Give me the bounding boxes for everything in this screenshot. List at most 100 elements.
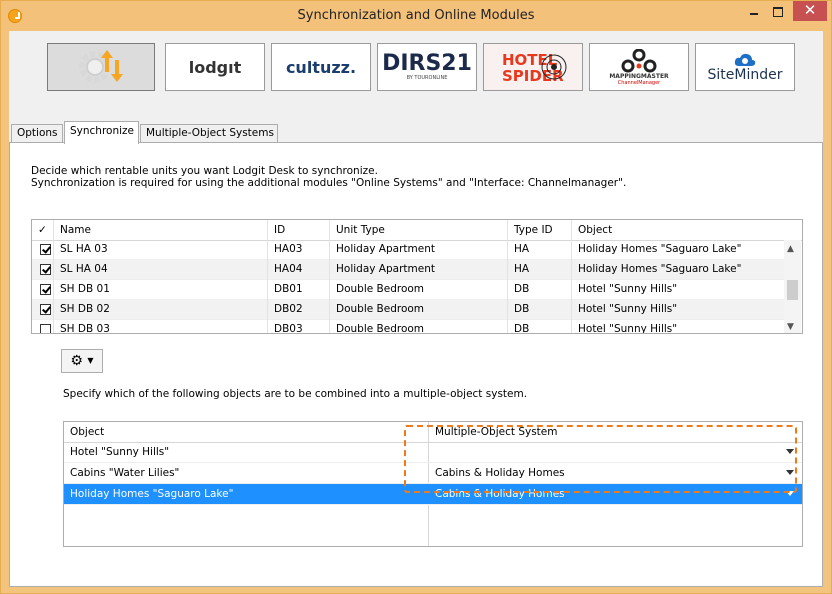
- cell-unit-type: Double Bedroom: [330, 280, 508, 300]
- close-button[interactable]: ✕: [793, 1, 827, 21]
- header-id[interactable]: ID: [268, 220, 330, 240]
- table-row[interactable]: SH DB 01 DB01 Double Bedroom DB Hotel "S…: [32, 280, 784, 300]
- cell-object: Hotel "Sunny Hills": [70, 446, 170, 458]
- dirs21-sub: BY TOURONLINE: [406, 75, 448, 81]
- window-title: Synchronization and Online Modules: [297, 8, 535, 23]
- row-checkbox[interactable]: [40, 324, 51, 333]
- cell-object: Hotel "Sunny Hills": [578, 323, 678, 334]
- row-checkbox[interactable]: [40, 304, 51, 315]
- row-check-cell: [32, 300, 54, 320]
- sync-description: Decide which rentable units you want Lod…: [31, 165, 626, 189]
- mappingmaster-label: MAPPINGMASTER: [609, 72, 669, 80]
- cell-type-id: DB: [508, 300, 572, 320]
- header-object[interactable]: Object: [64, 422, 429, 442]
- cell-type-id: DB: [508, 320, 572, 333]
- dropdown-arrow-icon[interactable]: [786, 470, 794, 475]
- scroll-up-icon[interactable]: ▲: [787, 244, 794, 254]
- client-area: lodgıt cultuzz. DIRS21 BY TOURONLINE HOT…: [9, 31, 823, 587]
- cell-object: Holiday Homes "Saguaro Lake": [70, 488, 234, 500]
- cell-type-id: HA: [508, 240, 572, 260]
- mos-select[interactable]: Cabins & Holiday Homes: [429, 484, 802, 504]
- header-type-id[interactable]: Type ID: [508, 220, 572, 240]
- table-row[interactable]: Cabins "Water Lilies" Cabins & Holiday H…: [64, 463, 802, 484]
- cell-id: DB03: [268, 320, 330, 333]
- dropdown-arrow-icon[interactable]: [786, 491, 794, 496]
- table-row[interactable]: SH DB 02 DB02 Double Bedroom DB Hotel "S…: [32, 300, 784, 320]
- cell-object: Holiday Homes "Saguaro Lake": [578, 263, 742, 275]
- cultuzz-logo: cultuzz.: [285, 57, 357, 77]
- row-check-cell: [32, 280, 54, 300]
- table-options-button[interactable]: ⚙ ▼: [61, 349, 103, 373]
- mos-select-value: Cabins & Holiday Homes: [435, 467, 565, 479]
- cell-name: SH DB 01: [54, 280, 268, 300]
- row-checkbox[interactable]: [40, 264, 51, 275]
- table-row[interactable]: SH DB 03 DB03 Double Bedroom DB Hotel "S…: [32, 320, 784, 334]
- siteminder-cloud-icon: [734, 53, 756, 66]
- tab-options[interactable]: Options: [11, 124, 63, 143]
- row-check-cell: [32, 320, 54, 333]
- cell-id: DB02: [268, 300, 330, 320]
- module-hotelspider-button[interactable]: HOTEL SPIDER: [483, 43, 583, 91]
- objects-table-header: Object Multiple-Object System: [64, 422, 802, 443]
- table-row[interactable]: SL HA 03 HA03 Holiday Apartment HA Holid…: [32, 240, 784, 260]
- row-check-cell: [32, 240, 54, 260]
- cell-unit-type: Holiday Apartment: [330, 240, 508, 260]
- cell-id: HA03: [268, 240, 330, 260]
- cell-object: Hotel "Sunny Hills": [578, 283, 678, 295]
- sync-gear-icon: [79, 50, 123, 83]
- units-table-scrollbar[interactable]: ▲ ▼: [784, 240, 801, 333]
- cell-type-id: HA: [508, 260, 572, 280]
- title-bar: Synchronization and Online Modules ✕: [1, 1, 831, 31]
- header-check[interactable]: ✓: [32, 220, 54, 240]
- objects-table: Object Multiple-Object System Hotel "Sun…: [63, 421, 803, 547]
- module-lodgit-button[interactable]: lodgıt: [165, 43, 265, 91]
- cell-name: SH DB 03: [54, 320, 268, 333]
- minimize-button[interactable]: [742, 1, 766, 21]
- table-row[interactable]: Hotel "Sunny Hills": [64, 442, 802, 463]
- module-mappingmaster-button[interactable]: MAPPINGMASTER ChannelManager: [589, 43, 689, 91]
- tab-synchronize[interactable]: Synchronize: [64, 121, 139, 144]
- header-multiple-object-system[interactable]: Multiple-Object System: [429, 422, 802, 442]
- table-row[interactable]: SL HA 04 HA04 Holiday Apartment HA Holid…: [32, 260, 784, 280]
- cell-name: SL HA 03: [54, 240, 268, 260]
- module-toolbar: lodgıt cultuzz. DIRS21 BY TOURONLINE HOT…: [9, 31, 823, 107]
- header-object[interactable]: Object: [572, 220, 802, 240]
- module-siteminder-button[interactable]: SiteMinder: [695, 43, 795, 91]
- table-row-selected[interactable]: Holiday Homes "Saguaro Lake" Cabins & Ho…: [64, 484, 802, 505]
- dropdown-arrow-icon[interactable]: [786, 449, 794, 454]
- header-unit-type[interactable]: Unit Type: [330, 220, 508, 240]
- description-line-2: Synchronization is required for using th…: [31, 177, 627, 189]
- cell-id: DB01: [268, 280, 330, 300]
- cell-object: Holiday Homes "Saguaro Lake": [578, 243, 742, 255]
- units-table-header: ✓ Name ID Unit Type Type ID Object: [32, 220, 802, 241]
- row-check-cell: [32, 260, 54, 280]
- hotelspider-logo: HOTEL SPIDER: [502, 51, 567, 85]
- cell-id: HA04: [268, 260, 330, 280]
- maximize-button[interactable]: [767, 1, 791, 21]
- mos-select[interactable]: [429, 442, 802, 462]
- mos-select[interactable]: Cabins & Holiday Homes: [429, 463, 802, 483]
- module-cultuzz-button[interactable]: cultuzz.: [271, 43, 371, 91]
- dirs21-logo: DIRS21: [382, 51, 472, 76]
- cell-unit-type: Double Bedroom: [330, 320, 508, 333]
- cell-unit-type: Holiday Apartment: [330, 260, 508, 280]
- cell-object: Cabins "Water Lilies": [70, 467, 180, 479]
- module-dirs21-button[interactable]: DIRS21 BY TOURONLINE: [377, 43, 477, 91]
- mos-select-value: Cabins & Holiday Homes: [435, 488, 565, 500]
- header-name[interactable]: Name: [54, 220, 268, 240]
- row-checkbox[interactable]: [40, 284, 51, 295]
- module-sync-button[interactable]: [47, 43, 155, 91]
- row-checkbox[interactable]: [40, 244, 51, 255]
- gear-icon: ⚙: [70, 353, 83, 369]
- cell-type-id: DB: [508, 280, 572, 300]
- cell-object: Hotel "Sunny Hills": [578, 303, 678, 315]
- cell-unit-type: Double Bedroom: [330, 300, 508, 320]
- scroll-thumb[interactable]: [787, 280, 798, 300]
- units-table: ✓ Name ID Unit Type Type ID Object SL HA…: [31, 219, 803, 334]
- lodgit-logo: lodgıt: [188, 57, 242, 77]
- siteminder-logo: SiteMinder: [707, 66, 783, 83]
- tab-multiple-object-systems[interactable]: Multiple-Object Systems: [140, 124, 278, 143]
- tab-strip: Options Synchronize Multiple-Object Syst…: [9, 121, 823, 144]
- description-line-1: Decide which rentable units you want Lod…: [31, 165, 378, 177]
- scroll-down-icon[interactable]: ▼: [787, 322, 794, 332]
